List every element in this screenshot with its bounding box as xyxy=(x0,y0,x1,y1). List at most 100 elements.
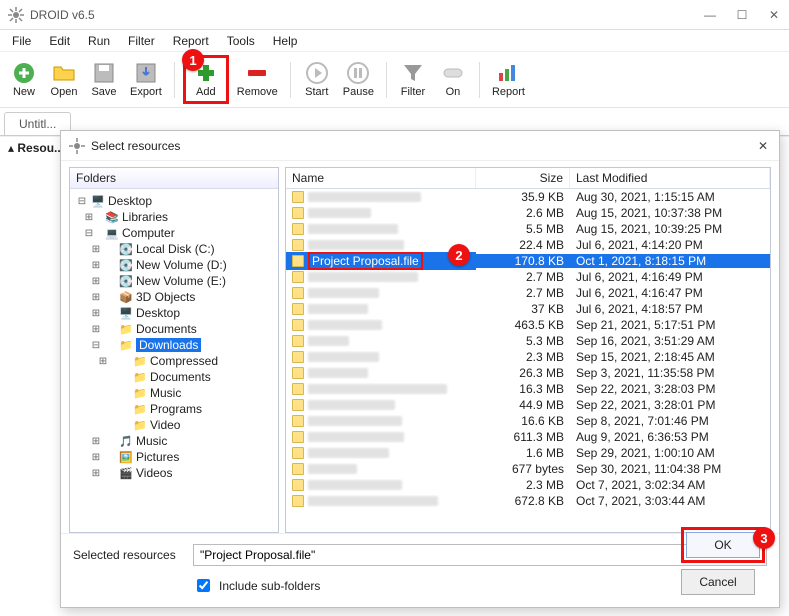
pictures-icon: 🖼️ xyxy=(119,450,133,464)
file-row[interactable]: 2.6 MBAug 15, 2021, 10:37:38 PM xyxy=(286,205,770,221)
remove-button[interactable]: Remove xyxy=(233,59,282,100)
menu-edit[interactable]: Edit xyxy=(43,32,76,50)
tree-computer[interactable]: ⊟💻Computer xyxy=(72,225,278,241)
tree-desktop2[interactable]: ⊞🖥️Desktop xyxy=(72,305,278,321)
file-row[interactable]: 5.3 MBSep 16, 2021, 3:51:29 AM xyxy=(286,333,770,349)
filter-button[interactable]: Filter xyxy=(395,59,431,100)
report-button[interactable]: Report xyxy=(488,59,529,100)
file-row[interactable]: 672.8 KBOct 7, 2021, 3:03:44 AM xyxy=(286,493,770,509)
folders-header: Folders xyxy=(70,168,278,189)
minimize-button[interactable]: — xyxy=(703,8,717,22)
menu-run[interactable]: Run xyxy=(82,32,116,50)
cube-icon: 📦 xyxy=(119,290,133,304)
file-row[interactable]: 5.5 MBAug 15, 2021, 10:39:25 PM xyxy=(286,221,770,237)
start-button[interactable]: Start xyxy=(299,59,335,100)
file-row[interactable]: 677 bytesSep 30, 2021, 11:04:38 PM xyxy=(286,461,770,477)
save-button[interactable]: Save xyxy=(86,59,122,100)
ok-button[interactable]: OK xyxy=(686,532,760,558)
file-icon xyxy=(292,479,304,491)
tree-compressed[interactable]: ⊞📁Compressed xyxy=(72,353,278,369)
desktop-icon: 🖥️ xyxy=(91,194,105,208)
disk-icon: 💽 xyxy=(119,258,133,272)
close-button[interactable]: ✕ xyxy=(767,8,781,22)
tree-new-e[interactable]: ⊞💽New Volume (E:) xyxy=(72,273,278,289)
col-size[interactable]: Size xyxy=(476,168,570,188)
new-button[interactable]: New xyxy=(6,59,42,100)
library-icon: 📚 xyxy=(105,210,119,224)
file-row[interactable]: 2.3 MBOct 7, 2021, 3:02:34 AM xyxy=(286,477,770,493)
export-icon xyxy=(134,61,158,85)
pause-button[interactable]: Pause xyxy=(339,59,378,100)
menu-help[interactable]: Help xyxy=(267,32,304,50)
file-row[interactable]: 37 KBJul 6, 2021, 4:18:57 PM xyxy=(286,301,770,317)
redacted-filename xyxy=(308,400,395,410)
file-row[interactable]: 2.3 MBSep 15, 2021, 2:18:45 AM xyxy=(286,349,770,365)
tree-desktop[interactable]: ⊟🖥️Desktop xyxy=(72,193,278,209)
tree-documents2[interactable]: 📁Documents xyxy=(72,369,278,385)
col-name[interactable]: Name xyxy=(286,168,476,188)
folders-pane: Folders ⊟🖥️Desktop ⊞📚Libraries ⊟💻Compute… xyxy=(69,167,279,533)
file-modified: Sep 29, 2021, 1:00:10 AM xyxy=(570,446,770,460)
file-row[interactable]: 611.3 MBAug 9, 2021, 6:36:53 PM xyxy=(286,429,770,445)
tree-programs[interactable]: 📁Programs xyxy=(72,401,278,417)
file-row[interactable]: 16.3 MBSep 22, 2021, 3:28:03 PM xyxy=(286,381,770,397)
file-modified: Aug 15, 2021, 10:37:38 PM xyxy=(570,206,770,220)
file-row[interactable]: Project Proposal.file170.8 KBOct 1, 2021… xyxy=(286,253,770,269)
dialog-close-button[interactable]: ✕ xyxy=(755,139,771,153)
disk-icon: 💽 xyxy=(119,242,133,256)
redacted-filename xyxy=(308,496,438,506)
annotation-badge-1: 1 xyxy=(182,49,204,71)
file-row[interactable]: 1.6 MBSep 29, 2021, 1:00:10 AM xyxy=(286,445,770,461)
dialog-gear-icon xyxy=(69,138,85,154)
file-row[interactable]: 35.9 KBAug 30, 2021, 1:15:15 AM xyxy=(286,189,770,205)
filter-on-button[interactable]: On xyxy=(435,59,471,100)
cancel-button[interactable]: Cancel xyxy=(681,569,755,595)
export-button[interactable]: Export xyxy=(126,59,166,100)
redacted-filename xyxy=(308,224,398,234)
file-row[interactable]: 22.4 MBJul 6, 2021, 4:14:20 PM xyxy=(286,237,770,253)
include-subfolders-checkbox[interactable] xyxy=(197,579,210,592)
tree-local-c[interactable]: ⊞💽Local Disk (C:) xyxy=(72,241,278,257)
folder-icon: 📁 xyxy=(133,418,147,432)
file-modified: Sep 15, 2021, 2:18:45 AM xyxy=(570,350,770,364)
menu-filter[interactable]: Filter xyxy=(122,32,161,50)
tree-new-d[interactable]: ⊞💽New Volume (D:) xyxy=(72,257,278,273)
file-row[interactable]: 26.3 MBSep 3, 2021, 11:35:58 PM xyxy=(286,365,770,381)
file-row[interactable]: 16.6 KBSep 8, 2021, 7:01:46 PM xyxy=(286,413,770,429)
file-modified: Aug 9, 2021, 6:36:53 PM xyxy=(570,430,770,444)
select-resources-dialog: Select resources ✕ Folders ⊟🖥️Desktop ⊞📚… xyxy=(60,130,780,608)
tree-3dobjects[interactable]: ⊞📦3D Objects xyxy=(72,289,278,305)
file-list-header[interactable]: Name Size Last Modified xyxy=(286,168,770,189)
file-row[interactable]: 463.5 KBSep 21, 2021, 5:17:51 PM xyxy=(286,317,770,333)
col-mod[interactable]: Last Modified xyxy=(570,168,770,188)
open-button[interactable]: Open xyxy=(46,59,82,100)
maximize-button[interactable]: ☐ xyxy=(735,8,749,22)
redacted-filename xyxy=(308,368,368,378)
menu-file[interactable]: File xyxy=(6,32,37,50)
file-icon xyxy=(292,303,304,315)
tree-music2[interactable]: ⊞🎵Music xyxy=(72,433,278,449)
folder-tree[interactable]: ⊟🖥️Desktop ⊞📚Libraries ⊟💻Computer ⊞💽Loca… xyxy=(70,189,278,532)
menu-report[interactable]: Report xyxy=(167,32,215,50)
tree-documents[interactable]: ⊞📁Documents xyxy=(72,321,278,337)
redacted-filename xyxy=(308,240,404,250)
file-row[interactable]: 2.7 MBJul 6, 2021, 4:16:47 PM xyxy=(286,285,770,301)
file-icon xyxy=(292,271,304,283)
tree-video[interactable]: 📁Video xyxy=(72,417,278,433)
file-row[interactable]: 44.9 MBSep 22, 2021, 3:28:01 PM xyxy=(286,397,770,413)
menu-tools[interactable]: Tools xyxy=(221,32,261,50)
file-icon xyxy=(292,399,304,411)
tree-videos[interactable]: ⊞🎬Videos xyxy=(72,465,278,481)
redacted-filename xyxy=(308,336,349,346)
tree-music[interactable]: 📁Music xyxy=(72,385,278,401)
file-modified: Aug 15, 2021, 10:39:25 PM xyxy=(570,222,770,236)
videos-icon: 🎬 xyxy=(119,466,133,480)
file-modified: Sep 21, 2021, 5:17:51 PM xyxy=(570,318,770,332)
file-size: 44.9 MB xyxy=(476,398,570,412)
file-icon xyxy=(292,351,304,363)
file-row[interactable]: 2.7 MBJul 6, 2021, 4:16:49 PM xyxy=(286,269,770,285)
file-list-body[interactable]: 35.9 KBAug 30, 2021, 1:15:15 AM2.6 MBAug… xyxy=(286,189,770,532)
tree-libraries[interactable]: ⊞📚Libraries xyxy=(72,209,278,225)
tree-downloads[interactable]: ⊟📁Downloads xyxy=(72,337,278,353)
tree-pictures[interactable]: ⊞🖼️Pictures xyxy=(72,449,278,465)
